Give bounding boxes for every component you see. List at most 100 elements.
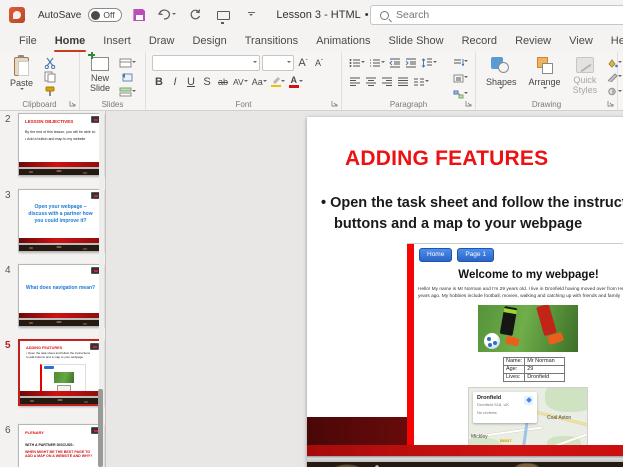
autosave-state: Off xyxy=(103,10,115,20)
group-paragraph: Paragraph xyxy=(342,52,476,110)
decrease-font-size-button[interactable]: Aˇ xyxy=(312,56,326,71)
bold-button[interactable]: B xyxy=(152,74,166,89)
slide-thumbnail-4[interactable]: What does navigation mean? xyxy=(18,264,103,327)
thumb6-line2: WHEN MIGHT BE THE BEST PAGE TO ADD A MAP… xyxy=(25,449,93,459)
slide-thumbnail-2[interactable]: LESSON OBJECTIVES By the end of this les… xyxy=(18,113,103,176)
section-dropdown-icon xyxy=(131,89,136,94)
tab-design[interactable]: Design xyxy=(183,32,235,50)
columns-button[interactable] xyxy=(412,74,430,89)
slide-red-bar xyxy=(307,445,623,456)
clipboard-dialog-launcher[interactable] xyxy=(69,100,77,108)
slide-thumbnail-3[interactable]: Open your webpage – discuss with a partn… xyxy=(18,189,103,252)
slide-title-textbox[interactable]: ADDING FEATURES xyxy=(345,147,548,171)
map-label-mickley: Mickley xyxy=(471,433,488,440)
format-painter-button[interactable] xyxy=(41,86,59,98)
numbering-button[interactable] xyxy=(368,55,386,70)
bullet-glyph: • xyxy=(321,195,327,211)
ribbon: Paste Clipboard New Slide Slides A ˆ A ˇ… xyxy=(0,51,623,111)
group-label-slides: Slides xyxy=(101,100,124,109)
copy-button[interactable] xyxy=(41,71,59,83)
tab-insert[interactable]: Insert xyxy=(94,32,140,50)
redo-button[interactable] xyxy=(186,6,204,24)
font-size-combo[interactable] xyxy=(262,55,294,71)
paste-button[interactable]: Paste xyxy=(6,55,37,98)
copy-icon xyxy=(44,71,56,83)
group-label-clipboard: Clipboard xyxy=(22,100,57,109)
increase-indent-button[interactable] xyxy=(404,55,418,70)
slide-thumbnail-6[interactable]: PLENARY WITH A PARTNER DISCUSS: WHEN MIG… xyxy=(18,424,103,467)
paragraph-dialog-launcher[interactable] xyxy=(465,100,473,108)
align-right-icon xyxy=(382,77,392,86)
start-slideshow-button[interactable] xyxy=(214,6,232,24)
tab-transitions[interactable]: Transitions xyxy=(236,32,307,50)
drawing-dialog-launcher[interactable] xyxy=(607,100,615,108)
align-center-button[interactable] xyxy=(364,74,378,89)
shape-fill-icon xyxy=(607,58,618,68)
slide-thumbnail-5[interactable]: ADDING FEATURES • Open the task sheet an… xyxy=(18,339,103,406)
line-spacing-button[interactable] xyxy=(420,55,438,70)
undo-button[interactable] xyxy=(158,6,177,24)
thumb2-line1: By the end of this lesson, you will be a… xyxy=(25,130,96,134)
italic-button[interactable]: I xyxy=(168,74,182,89)
text-direction-button[interactable] xyxy=(451,55,469,69)
text-shadow-button[interactable]: S xyxy=(200,74,214,89)
character-spacing-button[interactable]: AV xyxy=(232,74,249,89)
align-left-button[interactable] xyxy=(348,74,362,89)
football-image xyxy=(478,304,578,352)
shapes-button[interactable]: Shapes xyxy=(482,55,521,98)
justify-button[interactable] xyxy=(396,74,410,89)
font-name-combo[interactable] xyxy=(152,55,260,71)
search-input[interactable] xyxy=(396,9,596,21)
slide-layout-button[interactable] xyxy=(118,57,136,69)
underline-button[interactable]: U xyxy=(184,74,198,89)
map-label-road: B6057 xyxy=(499,437,513,443)
quick-styles-button[interactable]: Quick Styles xyxy=(569,55,602,98)
tab-record[interactable]: Record xyxy=(453,32,506,50)
align-right-button[interactable] xyxy=(380,74,394,89)
change-case-button[interactable]: Aa xyxy=(251,74,268,89)
columns-icon xyxy=(414,78,424,85)
font-dialog-launcher[interactable] xyxy=(331,100,339,108)
section-button[interactable] xyxy=(118,86,136,98)
group-drawing: Shapes Arrange Quick Styles Drawing xyxy=(476,52,622,110)
tab-slide-show[interactable]: Slide Show xyxy=(380,32,453,50)
tab-file[interactable]: File xyxy=(10,32,46,50)
font-color-button[interactable]: A xyxy=(288,74,304,89)
thumbnail-scrollbar-thumb[interactable] xyxy=(98,389,103,467)
powerpoint-app-icon[interactable] xyxy=(9,7,25,23)
convert-to-smartart-button[interactable] xyxy=(451,87,469,101)
tab-home[interactable]: Home xyxy=(46,32,95,52)
tab-view[interactable]: View xyxy=(560,32,602,50)
document-name: Lesson 3 - HTML xyxy=(276,9,361,21)
webpage-paragraph: Hello! My name is Mr Norman and I'm 29 y… xyxy=(418,286,623,299)
undo-dropdown-icon xyxy=(172,13,177,17)
align-text-button[interactable] xyxy=(451,71,469,85)
search-icon xyxy=(380,10,389,20)
reset-slide-button[interactable] xyxy=(118,71,136,83)
new-slide-button[interactable]: New Slide xyxy=(86,51,114,98)
strikethrough-button[interactable]: ab xyxy=(216,74,230,89)
tab-animations[interactable]: Animations xyxy=(307,32,379,50)
bullets-button[interactable] xyxy=(348,55,366,70)
tab-draw[interactable]: Draw xyxy=(140,32,184,50)
decrease-indent-button[interactable] xyxy=(388,55,402,70)
highlight-color-button[interactable] xyxy=(270,74,286,89)
slide-body-textbox[interactable]: • Open the task sheet and follow the ins… xyxy=(321,193,623,235)
save-button[interactable] xyxy=(130,6,148,24)
webpage-screenshot[interactable]: Home Page 1 Welcome to my webpage! Hello… xyxy=(407,243,623,445)
tab-help[interactable]: Help xyxy=(602,32,623,50)
increase-font-size-button[interactable]: Aˆ xyxy=(296,56,310,71)
webpage-home-button: Home xyxy=(419,248,453,262)
tab-review[interactable]: Review xyxy=(506,32,560,50)
current-slide[interactable]: ADDING FEATURES • Open the task sheet an… xyxy=(307,117,623,467)
save-icon xyxy=(133,9,146,21)
customize-toolbar-button[interactable] xyxy=(242,6,260,24)
slide-canvas[interactable]: ADDING FEATURES • Open the task sheet an… xyxy=(106,111,623,467)
search-box[interactable] xyxy=(370,5,623,25)
highlighter-icon xyxy=(270,76,281,87)
autosave-toggle[interactable]: Off xyxy=(88,8,123,22)
arrange-button[interactable]: Arrange xyxy=(525,55,565,98)
justify-icon xyxy=(398,77,408,86)
cut-button[interactable] xyxy=(41,57,59,70)
map-label-coal-aston: Coal Aston xyxy=(547,414,572,421)
